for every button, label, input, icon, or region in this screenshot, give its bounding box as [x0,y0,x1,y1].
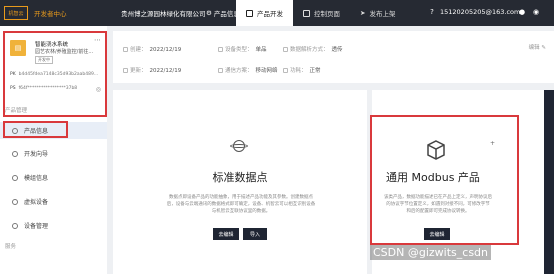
field-label: 设备类型： [225,47,253,53]
sidebar-item-label: 设备管理 [24,223,49,230]
sidebar-item-module[interactable]: 模组信息 [0,169,107,186]
top-bar: 机智云 开发者中心 贵州博之源园林绿化有限公司 ⚙ 产品信息 产品开发 控制页面 … [0,0,554,26]
top-tabs: 产品开发 控制页面 ➤ 发布上架 [236,0,405,26]
user-email[interactable]: 15120205205@163.com [440,8,520,16]
product-info-panel: 创建： 2022/12/19 设备类型： 单品 数据解析方式： 透传 更新： 2022/… [113,31,554,83]
product-info-link[interactable]: ⚙ 产品信息 [206,8,240,18]
network-icon [218,68,223,73]
field-label: 功耗： [290,68,307,74]
tab-label: 发布上架 [369,10,396,18]
edit-icon: ✎ [541,45,546,51]
guide-icon [12,150,18,157]
field-value: 2022/12/19 [149,68,182,74]
sidebar-item-dev-guide[interactable]: 开发向导 [0,145,107,162]
ps-value: f64f*****************37b8 [18,86,78,91]
clock-icon [123,68,128,73]
product-name: 智能浇水系统 [35,42,69,48]
power-icon [283,68,288,73]
tab-label: 产品开发 [257,10,283,18]
highlight-box [370,115,519,245]
parse-field: 数据解析方式： 透传 [283,45,343,53]
card-description: 数据点即设备产品的功能抽象，用于描述产品功能及其参数。创建数据点 后，设备与云端… [128,194,354,215]
monitor-icon [303,9,310,17]
atom-orbit [230,144,248,148]
comm-field: 通信方案： 移动网络 [218,66,278,74]
type-icon [218,47,223,52]
field-value: 正常 [309,68,321,74]
sidebar: ▤ 智能浇水系统 园艺农林/养殖监控/前往... 开发中 ⋯ PK b4d45fd… [0,26,107,274]
watermark: CSDN @gizwits_csdn [370,245,492,260]
bell-icon[interactable]: ● [518,8,526,16]
sidebar-item-label: 模组信息 [24,175,49,182]
gear-icon: ⚙ [206,9,212,17]
section-label: 产品管理 [5,108,28,114]
standard-datapoint-card: 标准数据点 数据点即设备产品的功能抽象，用于描述产品功能及其参数。创建数据点 后… [113,90,367,274]
status-badge: 开发中 [35,56,53,64]
module-icon [12,174,18,181]
field-value: 移动网络 [255,68,278,74]
dev-center-label[interactable]: 开发者中心 [34,8,67,18]
sidebar-item-label: 开发向导 [24,151,49,158]
sidebar-item-label: 虚拟设备 [24,199,49,206]
field-label: 更新： [130,68,147,74]
updated-field: 更新： 2022/12/19 [123,66,181,74]
edit-label: 编辑 [528,45,540,51]
sidebar-item-device-mgmt[interactable]: 设备管理 [0,217,107,234]
gizwits-logo[interactable]: 机智云 [4,6,28,20]
product-icon: ▤ [10,40,26,56]
more-icon[interactable]: ⋯ [94,36,101,44]
field-label: 通信方案： [225,68,253,74]
desc-line: 数据点即设备产品的功能抽象，用于描述产品功能及其参数。创建数据点 [169,195,313,200]
field-value: 透传 [331,47,343,53]
power-field: 功耗： 正常 [283,66,321,74]
company-name[interactable]: 贵州博之源园林绿化有限公司 [121,8,206,18]
card-title: 标准数据点 [212,171,268,184]
tab-product-dev[interactable]: 产品开发 [236,0,293,26]
edit-button[interactable]: 去编辑 [213,228,239,240]
product-category: 园艺农林/养殖监控/前往... [35,49,94,55]
send-icon: ➤ [360,9,366,17]
logo-text: 机智云 [8,10,24,17]
edit-link[interactable]: 编辑 ✎ [529,43,546,51]
field-label: 创建： [130,47,147,53]
tab-control-page[interactable]: 控制页面 [293,0,350,26]
section-label-service: 服务 [5,244,17,250]
eye-icon[interactable]: ◎ [96,86,101,93]
desc-line: 后，设备与云端通讯的数据格式即可确定，设备、机智云可以相互识别设备 [166,202,316,207]
pk-row[interactable]: PK b4d45fdea7148c35d93b2aab489... [10,72,98,77]
type-field: 设备类型： 单品 [218,45,267,53]
pk-label: PK [10,72,16,77]
highlight-box [3,121,68,138]
field-value: 单品 [255,47,267,53]
grid-icon [246,9,253,17]
parse-icon [283,47,288,52]
device-icon [12,198,18,205]
ps-row[interactable]: PS f64f*****************37b8 [10,86,77,91]
tab-publish[interactable]: ➤ 发布上架 [350,0,405,26]
pk-value: b4d45fdea7148c35d93b2aab489... [18,72,99,77]
side-panel-strip[interactable] [544,90,554,274]
manage-icon [12,222,18,229]
field-label: 数据解析方式： [290,47,329,53]
product-card: ▤ 智能浇水系统 园艺农林/养殖监控/前往... 开发中 ⋯ PK b4d45fd… [3,31,107,117]
sidebar-item-virtual-device[interactable]: 虚拟设备 [0,193,107,210]
desc-line: 与机智云互联协议里的数据。 [211,209,271,214]
created-field: 创建： 2022/12/19 [123,45,181,53]
user-icon[interactable]: ◉ [532,8,540,16]
help-icon[interactable]: ? [428,8,436,16]
import-button[interactable]: 导入 [243,228,267,240]
ps-label: PS [10,86,16,91]
field-value: 2022/12/19 [149,47,182,53]
calendar-icon [123,47,128,52]
tab-label: 控制页面 [314,10,340,18]
